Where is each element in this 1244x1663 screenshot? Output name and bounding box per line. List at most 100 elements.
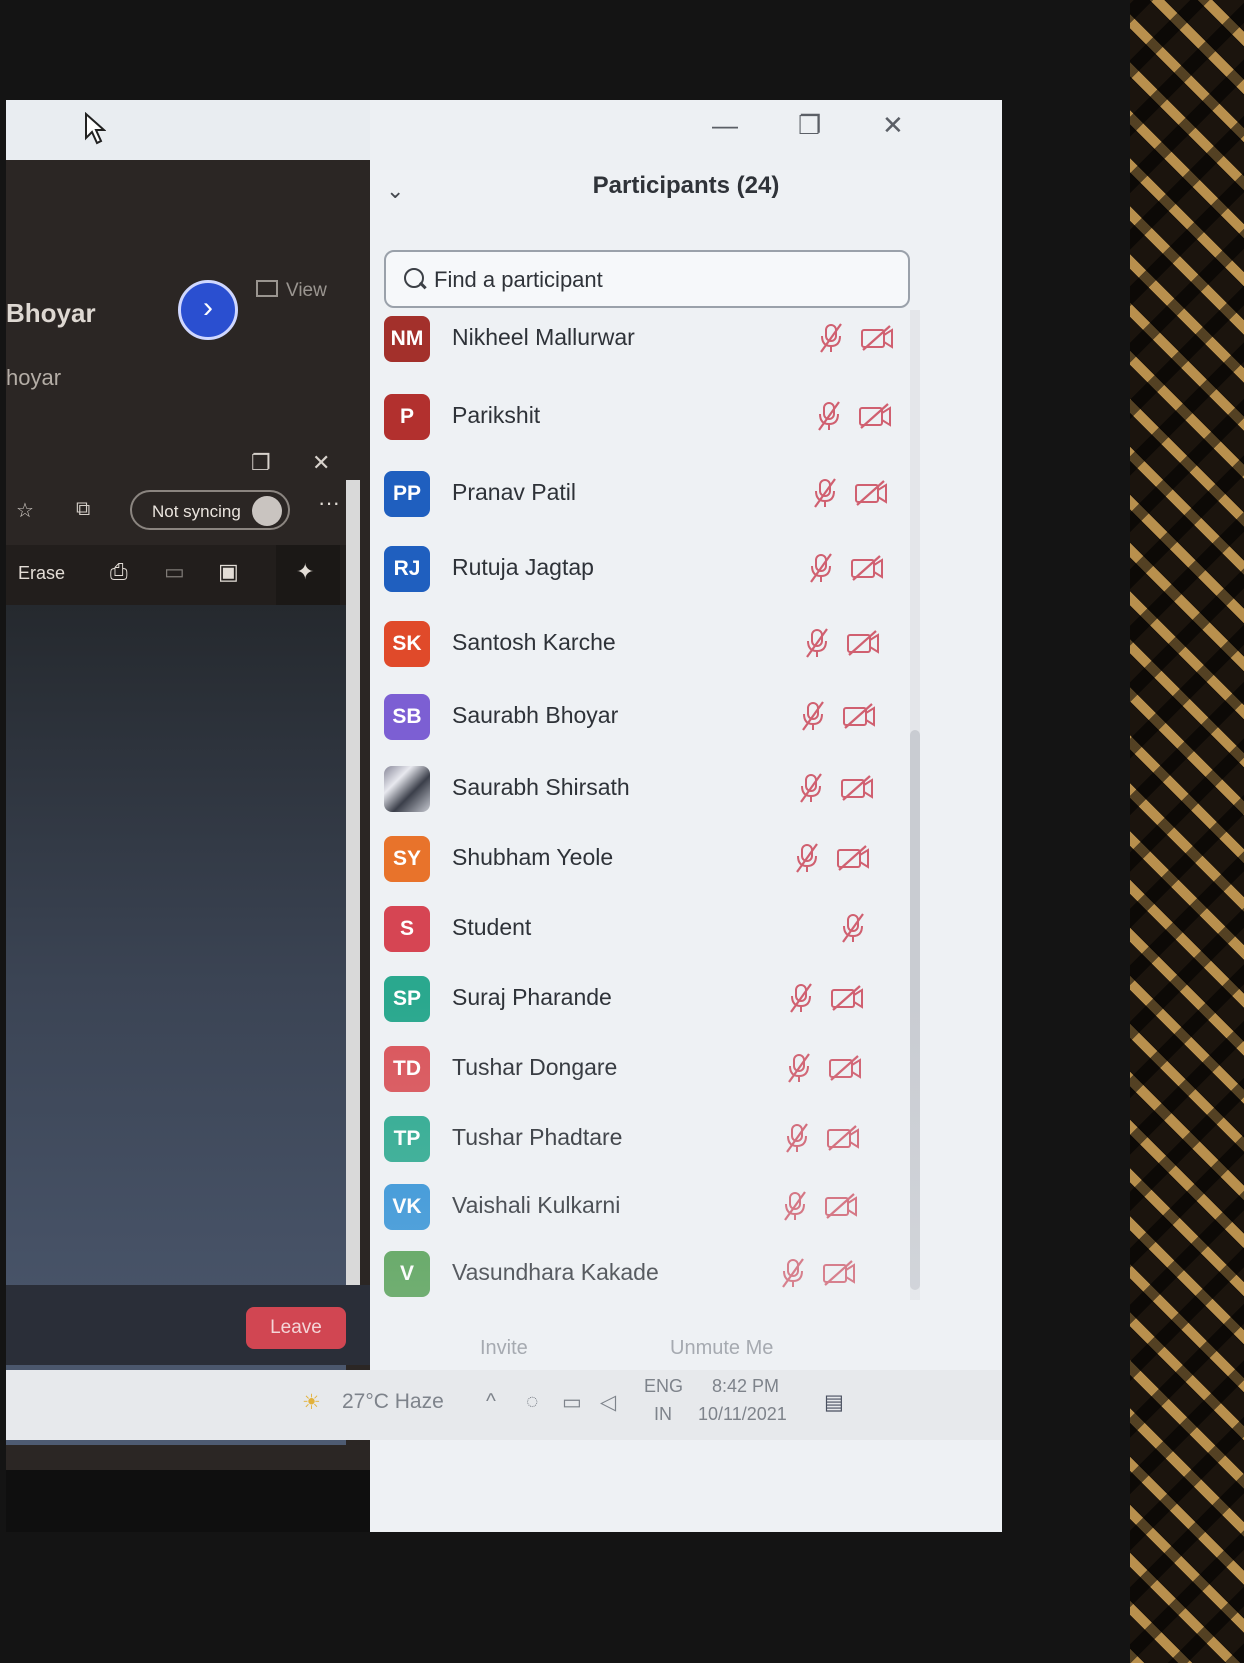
left-titlebar — [6, 100, 370, 160]
mic-muted-icon[interactable] — [780, 1257, 806, 1289]
scroll-thumb[interactable] — [910, 730, 920, 1290]
collections-icon[interactable]: ⧉ — [76, 498, 90, 521]
mic-muted-icon[interactable] — [816, 400, 842, 432]
video-off-icon[interactable] — [824, 1192, 858, 1220]
notifications-icon[interactable]: ▤ — [824, 1390, 844, 1415]
list-scrollbar[interactable] — [910, 310, 920, 1300]
mic-muted-icon[interactable] — [812, 477, 838, 509]
sync-label: Not syncing — [152, 502, 241, 521]
search-input[interactable] — [432, 262, 896, 298]
video-off-icon[interactable] — [860, 324, 894, 352]
sync-button[interactable]: Not syncing — [130, 490, 290, 530]
video-off-icon[interactable] — [826, 1124, 860, 1152]
leave-button[interactable]: Leave — [246, 1307, 346, 1349]
close-icon[interactable]: ✕ — [882, 110, 904, 141]
video-off-icon[interactable] — [828, 1054, 862, 1082]
avatar: TD — [384, 1046, 430, 1092]
mic-muted-icon[interactable] — [804, 627, 830, 659]
clock-date[interactable]: 10/11/2021 — [698, 1404, 787, 1425]
mic-muted-icon[interactable] — [782, 1190, 808, 1222]
participant-row[interactable]: NM Nikheel Mallurwar — [380, 312, 920, 368]
weather-icon: ☀ — [302, 1391, 321, 1414]
avatar: PP — [384, 471, 430, 517]
avatar: NM — [384, 316, 430, 362]
mic-muted-icon[interactable] — [798, 772, 824, 804]
participant-row[interactable]: SK Santosh Karche — [380, 617, 920, 673]
invite-button[interactable]: Invite — [480, 1337, 528, 1360]
search-icon — [404, 268, 424, 288]
mic-muted-icon[interactable] — [818, 322, 844, 354]
view-label: View — [286, 280, 327, 301]
minimize-icon[interactable]: — — [712, 110, 738, 141]
language-bottom[interactable]: IN — [654, 1404, 672, 1425]
participant-row[interactable]: RJ Rutuja Jagtap — [380, 542, 920, 598]
mic-muted-icon[interactable] — [786, 1052, 812, 1084]
panel-titlebar: — ❐ ✕ — [370, 100, 1002, 170]
print-icon[interactable]: ⎙ — [110, 559, 128, 585]
participant-search[interactable] — [384, 250, 910, 308]
restore-icon[interactable]: ❐ — [798, 110, 821, 141]
participant-row[interactable]: TD Tushar Dongare — [380, 1042, 920, 1098]
video-off-icon[interactable] — [840, 774, 874, 802]
mic-muted-icon[interactable] — [794, 842, 820, 874]
favorites-icon[interactable]: ☆ — [16, 498, 34, 523]
wifi-icon[interactable]: ◌ — [526, 1390, 538, 1414]
video-off-icon[interactable] — [846, 629, 880, 657]
mic-muted-icon[interactable] — [840, 912, 866, 944]
close-icon[interactable]: ✕ — [312, 450, 330, 476]
chevron-up-icon[interactable]: ^ — [486, 1390, 496, 1414]
clock-time[interactable]: 8:42 PM — [712, 1376, 779, 1397]
video-off-icon[interactable] — [854, 479, 888, 507]
participant-row[interactable]: SY Shubham Yeole — [380, 832, 920, 888]
video-off-icon[interactable] — [850, 554, 884, 582]
pin-button[interactable]: ✦ — [276, 545, 340, 605]
view-button[interactable]: View — [256, 280, 327, 302]
mic-muted-icon[interactable] — [800, 700, 826, 732]
save-icon[interactable]: ▭ — [164, 559, 185, 585]
battery-icon[interactable]: ▭ — [562, 1390, 582, 1415]
left-scrollbar[interactable] — [346, 480, 360, 1360]
pin-icon: ✦ — [296, 559, 315, 584]
erase-button[interactable]: Erase — [18, 563, 65, 584]
participant-name: Saurabh Bhoyar — [452, 702, 619, 728]
participant-name: Santosh Karche — [452, 629, 616, 655]
mic-muted-icon[interactable] — [808, 552, 834, 584]
participant-row[interactable]: SB Saurabh Bhoyar — [380, 690, 920, 746]
participant-row[interactable]: SP Suraj Pharande — [380, 972, 920, 1028]
participant-row[interactable]: VK Vaishali Kulkarni — [380, 1180, 920, 1236]
avatar: V — [384, 1251, 430, 1297]
next-arrow-button[interactable]: › — [178, 280, 238, 340]
weather-text[interactable]: 27°C Haze — [342, 1390, 444, 1414]
avatar: VK — [384, 1184, 430, 1230]
meeting-controls-bar: Leave — [6, 1285, 370, 1365]
participant-name: Pranav Patil — [452, 479, 577, 505]
language-top[interactable]: ENG — [644, 1376, 683, 1397]
participant-name: Nikheel Mallurwar — [452, 324, 635, 350]
presenter-subtitle: hoyar — [6, 365, 62, 390]
taskbar: ☀ 27°C Haze ^ ◌ ▭ ◁ ENG IN 8:42 PM 10/11… — [6, 1370, 1002, 1440]
participant-row[interactable]: V Vasundhara Kakade — [380, 1247, 920, 1303]
more-menu-button[interactable]: ··· — [318, 490, 340, 516]
avatar: RJ — [384, 546, 430, 592]
grid-icon — [256, 280, 278, 297]
video-off-icon[interactable] — [822, 1259, 856, 1287]
screen: View Bhoyar › hoyar ❐ ✕ ☆ ⧉ Not syncing … — [6, 100, 1002, 1532]
video-off-icon[interactable] — [842, 702, 876, 730]
mouse-cursor-icon — [85, 112, 106, 145]
participant-row[interactable]: PP Pranav Patil — [380, 467, 920, 523]
participant-row[interactable]: TP Tushar Phadtare — [380, 1112, 920, 1168]
participant-row[interactable]: Saurabh Shirsath — [380, 762, 920, 818]
participant-name: Shubham Yeole — [452, 844, 614, 870]
mic-muted-icon[interactable] — [784, 1122, 810, 1154]
restore-icon[interactable]: ❐ — [251, 450, 271, 476]
participant-row[interactable]: S Student — [380, 902, 920, 958]
left-pane: View Bhoyar › hoyar ❐ ✕ ☆ ⧉ Not syncing … — [6, 160, 370, 1470]
volume-icon[interactable]: ◁ — [600, 1390, 616, 1415]
save-as-icon[interactable]: ▣ — [218, 559, 239, 585]
participant-row[interactable]: P Parikshit — [380, 390, 920, 446]
video-off-icon[interactable] — [836, 844, 870, 872]
unmute-me-button[interactable]: Unmute Me — [670, 1337, 773, 1360]
video-off-icon[interactable] — [858, 402, 892, 430]
video-off-icon[interactable] — [830, 984, 864, 1012]
mic-muted-icon[interactable] — [788, 982, 814, 1014]
